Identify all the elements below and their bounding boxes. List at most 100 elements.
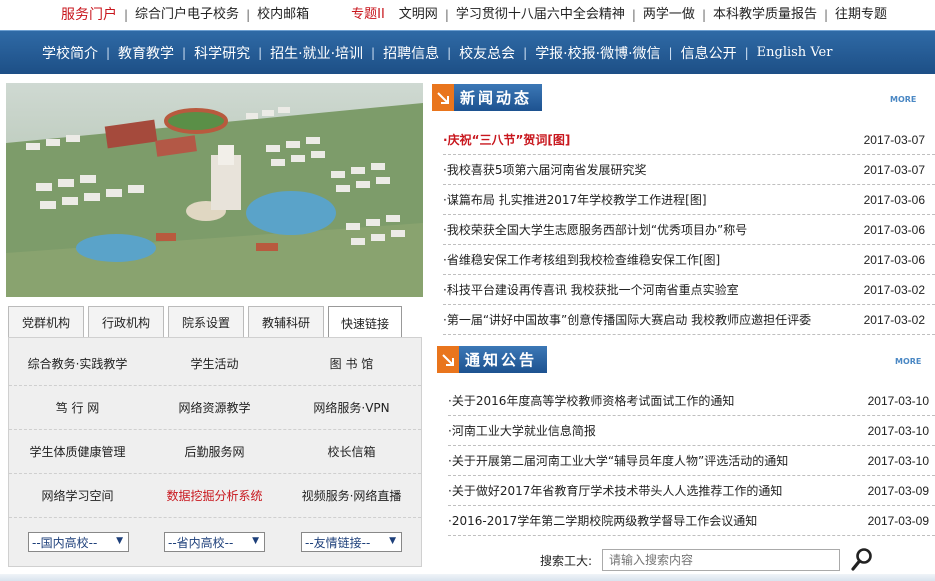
list-item[interactable]: ·2016-2017学年第二学期校院两级教学督导工作会议通知 2017-03-0… — [448, 506, 935, 536]
select-value: --友情链接-- — [305, 535, 371, 550]
notices-section-header: 通知公告 — [437, 346, 548, 373]
caret-down-icon: ▼ — [389, 536, 396, 546]
news-title: ·第一届“讲好中国故事”创意传播国际大赛启动 我校教师应邀担任评委 — [443, 313, 812, 327]
list-item[interactable]: ·河南工业大学就业信息简报 2017-03-10 — [448, 416, 935, 446]
select-value: --国内高校-- — [32, 535, 98, 550]
news-date: 2017-03-07 — [863, 132, 925, 147]
top-link-past-topics[interactable]: 往期专题 — [828, 0, 894, 30]
list-item[interactable]: ·科技平台建设再传喜讯 我校获批一个河南省重点实验室 2017-03-02 — [443, 275, 935, 305]
link-row: 学生体质健康管理 后勤服务网 校长信箱 — [9, 430, 421, 474]
notice-date: 2017-03-09 — [867, 513, 929, 528]
select-value: --省内高校-- — [168, 535, 234, 550]
more-label: MORE — [890, 95, 917, 104]
top-link-study-spirit[interactable]: 学习贯彻十八届六中全会精神 — [449, 0, 632, 30]
tab-bar: 党群机构 行政机构 院系设置 教辅科研 快速链接 — [8, 306, 422, 339]
nav-item-alumni[interactable]: 校友总会 — [451, 43, 523, 63]
list-item[interactable]: ·关于做好2017年省教育厅学术技术带头人人选推荐工作的通知 2017-03-0… — [448, 476, 935, 506]
nav-item-journal[interactable]: 学报·校报·微博·微信 — [527, 43, 668, 63]
news-title: ·我校荣获全国大学生志愿服务西部计划“优秀项目办”称号 — [443, 223, 748, 237]
top-link-e-campus[interactable]: 综合门户电子校务 — [128, 0, 246, 30]
link-learning-space[interactable]: 网络学习空间 — [9, 474, 146, 517]
tab-departments[interactable]: 院系设置 — [168, 306, 244, 338]
nav-item-education[interactable]: 教育教学 — [110, 43, 182, 63]
link-video-live[interactable]: 视频服务·网络直播 — [283, 474, 420, 517]
list-item[interactable]: ·谋篇布局 扎实推进2017年学校教学工作进程[图] 2017-03-06 — [443, 185, 935, 215]
news-date: 2017-03-02 — [863, 282, 925, 297]
quick-links-panel: 综合教务·实践教学 学生活动 图 书 馆 笃 行 网 网络资源教学 网络服务·V… — [8, 337, 422, 567]
news-title: ·省维稳安保工作考核组到我校检查维稳安保工作[图] — [443, 253, 721, 267]
news-date: 2017-03-06 — [863, 252, 925, 267]
select-provincial-universities[interactable]: --省内高校-- ▼ — [164, 532, 265, 552]
nav-item-info-public[interactable]: 信息公开 — [673, 43, 745, 63]
notice-title: ·河南工业大学就业信息简报 — [448, 424, 596, 438]
search-input[interactable] — [602, 549, 841, 571]
nav-item-about[interactable]: 学校简介 — [34, 43, 106, 63]
notice-title: ·关于做好2017年省教育厅学术技术带头人人选推荐工作的通知 — [448, 484, 783, 498]
search-label: 搜索工大: — [540, 553, 593, 568]
list-item[interactable]: ·省维稳安保工作考核组到我校检查维稳安保工作[图] 2017-03-06 — [443, 245, 935, 275]
magnifier-icon[interactable] — [850, 547, 874, 576]
select-friendly-links[interactable]: --友情链接-- ▼ — [301, 532, 402, 552]
news-heading: 新闻动态 — [460, 89, 533, 107]
news-title: ·谋篇布局 扎实推进2017年学校教学工作进程[图] — [443, 193, 707, 207]
link-student-activities[interactable]: 学生活动 — [146, 342, 283, 385]
list-item[interactable]: ·关于2016年度高等学校教师资格考试面试工作的通知 2017-03-10 — [448, 386, 935, 416]
top-link-service-portal[interactable]: 服务门户 — [54, 0, 124, 30]
nav-item-english[interactable]: English Ver — [749, 45, 841, 60]
link-data-mining[interactable]: 数据挖掘分析系统 — [146, 474, 283, 517]
link-academic-affairs[interactable]: 综合教务·实践教学 — [9, 342, 146, 385]
notice-date: 2017-03-10 — [867, 393, 929, 408]
top-link-quality-report[interactable]: 本科教学质量报告 — [706, 0, 824, 30]
news-section-header: 新闻动态 — [432, 84, 543, 111]
notices-more-link[interactable]: MORE — [895, 357, 921, 366]
arrow-right-icon — [437, 346, 459, 373]
news-date: 2017-03-02 — [863, 312, 925, 327]
notice-title: ·关于2016年度高等学校教师资格考试面试工作的通知 — [448, 394, 735, 408]
nav-item-admission[interactable]: 招生·就业·培训 — [262, 43, 371, 63]
list-item[interactable]: ·关于开展第二届河南工业大学“辅导员年度人物”评选活动的通知 2017-03-1… — [448, 446, 935, 476]
caret-down-icon: ▼ — [252, 536, 259, 546]
link-duxing[interactable]: 笃 行 网 — [9, 386, 146, 429]
link-online-teaching[interactable]: 网络资源教学 — [146, 386, 283, 429]
top-link-two-studies[interactable]: 两学一做 — [636, 0, 702, 30]
top-link-special[interactable]: 专题II — [344, 0, 392, 30]
list-item[interactable]: ·我校喜获5项第六届河南省发展研究奖 2017-03-07 — [443, 155, 935, 185]
notices-list: ·关于2016年度高等学校教师资格考试面试工作的通知 2017-03-10 ·河… — [448, 386, 935, 536]
footer-strip — [0, 574, 935, 581]
link-vpn[interactable]: 网络服务·VPN — [283, 386, 420, 429]
news-title: ·庆祝“三八节”贺词[图] — [443, 133, 571, 147]
notices-heading: 通知公告 — [465, 351, 538, 369]
link-physical-health[interactable]: 学生体质健康管理 — [9, 430, 146, 473]
nav-item-research[interactable]: 科学研究 — [186, 43, 258, 63]
notice-date: 2017-03-10 — [867, 453, 929, 468]
tab-research-support[interactable]: 教辅科研 — [248, 306, 324, 338]
news-title: ·科技平台建设再传喜讯 我校获批一个河南省重点实验室 — [443, 283, 739, 297]
link-library[interactable]: 图 书 馆 — [283, 342, 420, 385]
main-nav: 学校简介 | 教育教学 | 科学研究 | 招生·就业·培训 | 招聘信息 | 校… — [0, 30, 935, 74]
tab-quick-links[interactable]: 快速链接 — [328, 306, 402, 339]
link-president-mailbox[interactable]: 校长信箱 — [283, 430, 420, 473]
top-bar: 服务门户 | 综合门户电子校务 | 校内邮箱 专题II 文明网 | 学习贯彻十八… — [0, 0, 935, 30]
list-item[interactable]: ·我校荣获全国大学生志愿服务西部计划“优秀项目办”称号 2017-03-06 — [443, 215, 935, 245]
news-title: ·我校喜获5项第六届河南省发展研究奖 — [443, 163, 647, 177]
link-logistics[interactable]: 后勤服务网 — [146, 430, 283, 473]
arrow-right-icon — [432, 84, 454, 111]
news-list: ·庆祝“三八节”贺词[图] 2017-03-07 ·我校喜获5项第六届河南省发展… — [443, 125, 935, 335]
news-more-link[interactable]: MORE — [890, 95, 916, 104]
campus-aerial-image[interactable] — [6, 83, 423, 297]
link-row: 综合教务·实践教学 学生活动 图 书 馆 — [9, 342, 421, 386]
select-domestic-universities[interactable]: --国内高校-- ▼ — [28, 532, 129, 552]
site-search: 搜索工大: — [540, 548, 872, 571]
top-link-civilization[interactable]: 文明网 — [392, 0, 445, 30]
list-item[interactable]: ·庆祝“三八节”贺词[图] 2017-03-07 — [443, 125, 935, 155]
tab-party-org[interactable]: 党群机构 — [8, 306, 84, 338]
news-date: 2017-03-07 — [863, 162, 925, 177]
nav-item-recruitment[interactable]: 招聘信息 — [375, 43, 447, 63]
caret-down-icon: ▼ — [116, 536, 123, 546]
top-link-mail[interactable]: 校内邮箱 — [250, 0, 316, 30]
list-item[interactable]: ·第一届“讲好中国故事”创意传播国际大赛启动 我校教师应邀担任评委 2017-0… — [443, 305, 935, 335]
notice-date: 2017-03-10 — [867, 423, 929, 438]
tab-admin-org[interactable]: 行政机构 — [88, 306, 164, 338]
news-date: 2017-03-06 — [863, 192, 925, 207]
more-label: MORE — [895, 357, 922, 366]
